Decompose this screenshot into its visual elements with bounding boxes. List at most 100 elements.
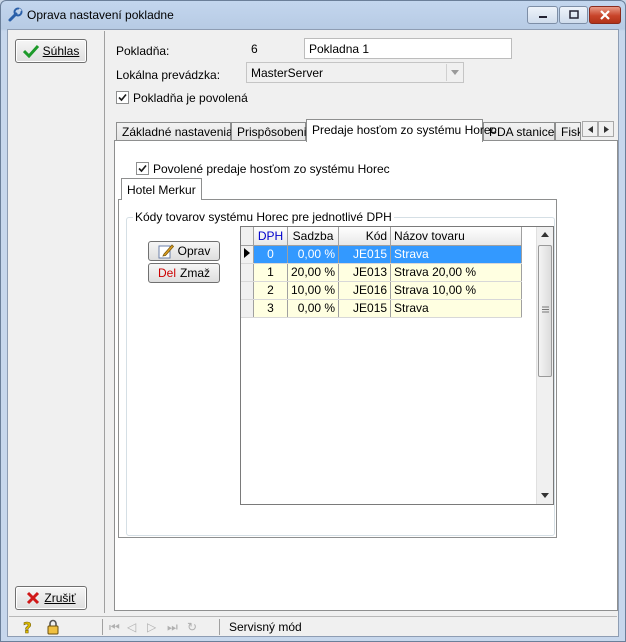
tab-panel-horec: Povolené predaje hosťom zo systému Horec… — [114, 140, 618, 611]
cell-dph: 2 — [253, 281, 288, 300]
prevadzka-combo[interactable]: MasterServer — [246, 62, 464, 83]
cell-dph: 1 — [253, 263, 288, 282]
cross-icon — [27, 591, 40, 605]
table-row[interactable]: 0 0,00 % JE015 Strava — [241, 245, 523, 264]
check-icon — [118, 93, 127, 102]
dialog-client: Súhlas Zrušiť Pokladňa: 6 Pokladna 1 Lok… — [7, 29, 619, 637]
cell-kod: JE016 — [338, 281, 392, 300]
enabled-label: Pokladňa je povolená — [133, 91, 248, 105]
cell-nazov: Strava 10,00 % — [390, 281, 523, 300]
cell-sadzba: 20,00 % — [287, 263, 340, 282]
tab-scroll-right-button[interactable] — [598, 121, 614, 137]
edit-button[interactable]: Oprav — [148, 241, 220, 261]
window-title: Oprava nastavení pokladne — [27, 8, 174, 22]
cell-sadzba: 0,00 % — [287, 299, 340, 318]
enabled-checkbox[interactable] — [116, 91, 129, 104]
table-row[interactable]: 2 10,00 % JE016 Strava 10,00 % — [241, 281, 523, 300]
maximize-icon — [568, 10, 579, 19]
col-kod[interactable]: Kód — [338, 227, 392, 246]
delete-button[interactable]: Del Zmaž — [148, 263, 220, 283]
pokladna-label: Pokladňa: — [116, 44, 170, 58]
grid-scrollbar[interactable] — [536, 227, 553, 504]
horec-allowed-label: Povolené predaje hosťom zo systému Horec — [153, 162, 390, 176]
arrow-right-icon — [603, 125, 609, 133]
hotel-panel: Kódy tovarov systému Horec pre jednotliv… — [118, 199, 557, 538]
cell-sadzba: 0,00 % — [287, 245, 340, 264]
arrow-left-icon — [587, 125, 593, 133]
tab-fisk[interactable]: Fisk — [555, 122, 581, 141]
status-separator — [219, 619, 220, 635]
current-row-arrow-icon — [244, 247, 250, 258]
col-nazov[interactable]: Názov tovaru — [390, 227, 523, 246]
scroll-down-icon[interactable] — [541, 493, 549, 498]
window: Oprava nastavení pokladne Súhlas Zrušiť … — [0, 0, 626, 642]
cancel-button[interactable]: Zrušiť — [15, 586, 87, 610]
tab-prisposobenia[interactable]: Prispôsobenia — [231, 122, 313, 141]
help-icon[interactable]: ? — [21, 619, 35, 635]
cell-nazov: Strava — [390, 299, 523, 318]
minimize-icon — [538, 16, 547, 18]
checkmark-icon — [22, 44, 39, 58]
cell-nazov: Strava 20,00 % — [390, 263, 523, 282]
cancel-label: Zrušiť — [44, 591, 76, 605]
tab-scroll — [582, 121, 614, 137]
edit-pencil-icon — [158, 244, 174, 259]
cell-kod: JE015 — [338, 245, 392, 264]
cell-kod: JE015 — [338, 299, 392, 318]
scroll-up-icon[interactable] — [541, 232, 549, 237]
close-button[interactable] — [589, 6, 621, 24]
last-record-icon: ⏭ — [167, 620, 178, 634]
horec-allowed-checkbox[interactable] — [136, 162, 149, 175]
table-row[interactable]: 1 20,00 % JE013 Strava 20,00 % — [241, 263, 523, 282]
prevadzka-value: MasterServer — [251, 66, 324, 80]
previous-record-icon: ◁ — [127, 620, 137, 634]
row-indicator — [241, 299, 254, 318]
left-panel: Súhlas Zrušiť — [9, 31, 105, 613]
row-indicator-header — [241, 227, 254, 246]
grip-icon — [542, 306, 549, 313]
group-title: Kódy tovarov systému Horec pre jednotliv… — [133, 210, 394, 224]
cell-dph: 3 — [253, 299, 288, 318]
pokladna-id-field: 6 — [246, 38, 294, 59]
tab-horec[interactable]: Predaje hosťom zo systému Horec — [306, 119, 497, 142]
status-separator — [102, 619, 103, 635]
maximize-button[interactable] — [559, 6, 588, 24]
dropdown-arrow-icon[interactable] — [446, 64, 462, 81]
grid-actions: Oprav Del Zmaž — [129, 226, 241, 505]
tab-zakladne[interactable]: Základné nastavenia — [116, 122, 233, 141]
first-record-icon: ⏮ — [109, 620, 120, 634]
next-record-icon: ▷ — [147, 620, 157, 634]
confirm-button[interactable]: Súhlas — [15, 39, 87, 63]
tab-hotel-merkur[interactable]: Hotel Merkur — [121, 178, 202, 200]
lock-icon[interactable] — [46, 619, 60, 635]
scrollbar-thumb[interactable] — [538, 245, 552, 377]
row-indicator — [241, 263, 254, 282]
app-wrench-icon — [8, 7, 23, 22]
delete-key-icon: Del — [157, 266, 176, 280]
confirm-label: Súhlas — [42, 44, 80, 58]
delete-label: Zmaž — [180, 266, 210, 280]
cell-sadzba: 10,00 % — [287, 281, 340, 300]
refresh-icon: ↻ — [187, 620, 198, 634]
cell-nazov: Strava — [390, 245, 523, 264]
col-sadzba[interactable]: Sadzba — [287, 227, 340, 246]
svg-text:?: ? — [23, 619, 32, 635]
col-dph[interactable]: DPH — [253, 227, 288, 246]
cell-kod: JE013 — [338, 263, 392, 282]
table-row[interactable]: 3 0,00 % JE015 Strava — [241, 299, 523, 318]
edit-label: Oprav — [177, 244, 211, 258]
status-bar: ? ⏮ ◁ ▷ ⏭ ↻ Servisný mód — [9, 616, 617, 636]
minimize-button[interactable] — [527, 6, 558, 24]
tab-scroll-left-button[interactable] — [582, 121, 598, 137]
prevadzka-label: Lokálna prevádzka: — [116, 68, 221, 82]
pokladna-name-input[interactable]: Pokladna 1 — [304, 38, 512, 59]
title-bar[interactable]: Oprava nastavení pokladne — [1, 1, 625, 29]
row-indicator — [241, 245, 254, 264]
vat-codes-group: Kódy tovarov systému Horec pre jednotliv… — [126, 210, 555, 536]
vat-table: DPH Sadzba Kód Názov tovaru 0 0,00 % JE0… — [241, 227, 523, 318]
vat-grid[interactable]: DPH Sadzba Kód Názov tovaru 0 0,00 % JE0… — [240, 226, 554, 505]
cell-dph: 0 — [253, 245, 288, 264]
check-icon — [138, 164, 147, 173]
row-indicator — [241, 281, 254, 300]
grid-header-row: DPH Sadzba Kód Názov tovaru — [241, 227, 523, 246]
